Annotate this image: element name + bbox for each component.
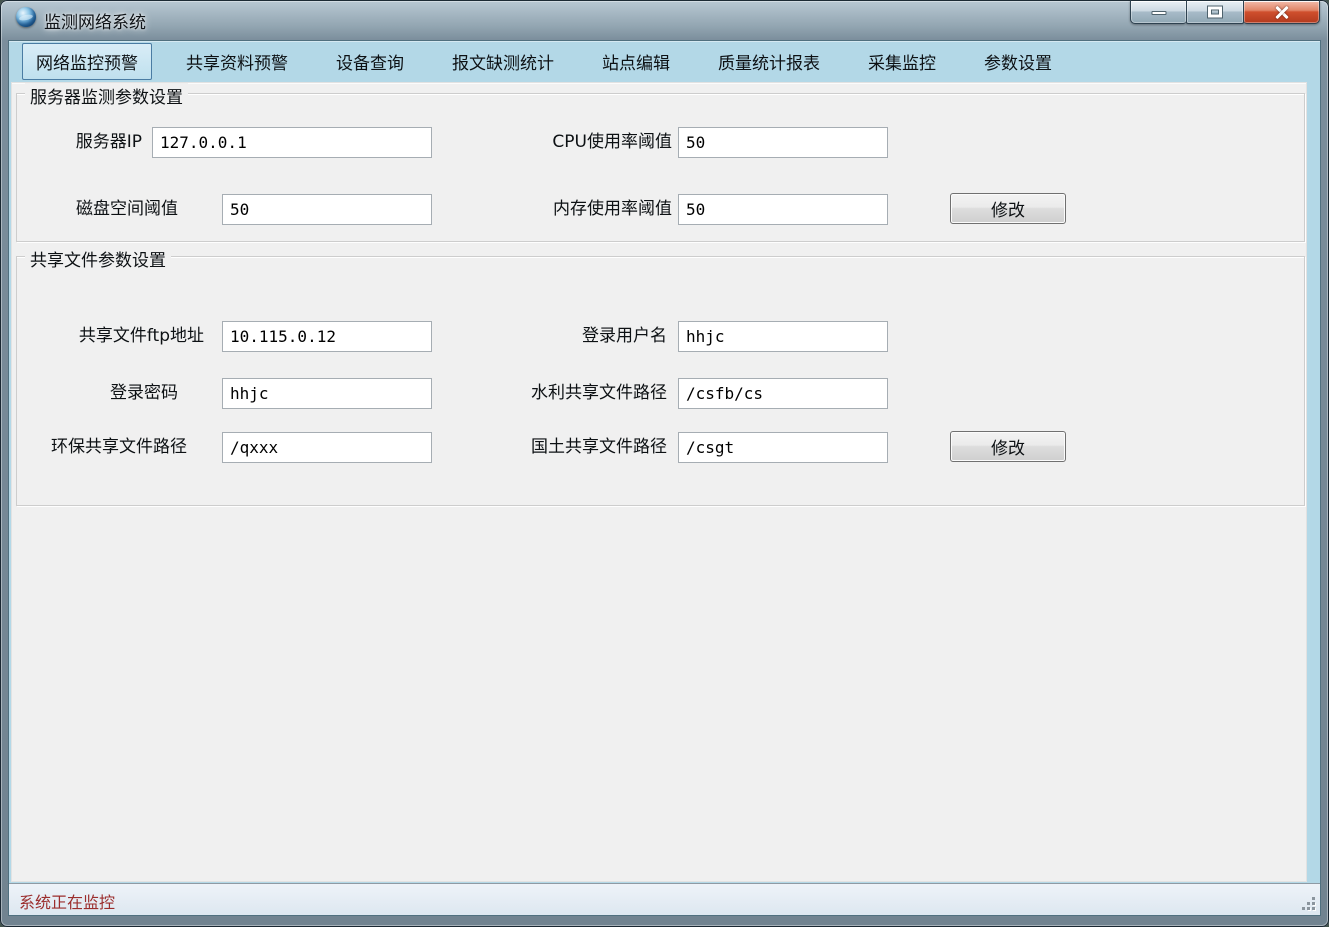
ftp-address-label: 共享文件ftp地址	[32, 321, 204, 352]
tab-device-query[interactable]: 设备查询	[322, 43, 418, 80]
status-bar: 系统正在监控	[9, 883, 1320, 915]
tab-collect-monitor[interactable]: 采集监控	[854, 43, 950, 80]
app-window: 监测网络系统 网络监控预警 共享资料预警 设备查询 报文缺测统计 站点编辑 质量…	[0, 0, 1329, 927]
login-password-label: 登录密码	[32, 378, 178, 409]
water-share-path-label: 水利共享文件路径	[502, 378, 667, 409]
resize-grip-icon[interactable]	[1302, 897, 1316, 911]
land-share-path-input[interactable]	[678, 432, 888, 463]
tab-parameter-settings[interactable]: 参数设置	[970, 43, 1066, 80]
client-area: 网络监控预警 共享资料预警 设备查询 报文缺测统计 站点编辑 质量统计报表 采集…	[8, 40, 1321, 916]
minimize-icon	[1151, 11, 1166, 15]
maximize-button[interactable]	[1186, 0, 1244, 24]
maximize-icon	[1208, 7, 1222, 18]
share-modify-button[interactable]: 修改	[950, 431, 1066, 462]
disk-threshold-input[interactable]	[222, 194, 432, 225]
cpu-threshold-label: CPU使用率阈值	[502, 127, 672, 158]
tab-network-monitor-warning[interactable]: 网络监控预警	[22, 43, 152, 80]
server-params-group-title: 服务器监测参数设置	[25, 83, 188, 108]
water-share-path-input[interactable]	[678, 378, 888, 409]
globe-icon	[16, 7, 36, 27]
disk-threshold-label: 磁盘空间阈值	[32, 194, 178, 225]
window-controls	[1130, 0, 1320, 25]
server-modify-button[interactable]: 修改	[950, 193, 1066, 224]
tab-page-network-monitor: 服务器监测参数设置 服务器IP CPU使用率阈值 磁盘空间阈值 内存使用率阈值 …	[11, 82, 1307, 882]
memory-threshold-label: 内存使用率阈值	[502, 194, 672, 225]
env-share-path-input[interactable]	[222, 432, 432, 463]
env-share-path-label: 环保共享文件路径	[32, 432, 187, 463]
land-share-path-label: 国土共享文件路径	[502, 432, 667, 463]
status-message: 系统正在监控	[19, 889, 115, 913]
tab-message-missing-stats[interactable]: 报文缺测统计	[438, 43, 568, 80]
cpu-threshold-input[interactable]	[678, 127, 888, 158]
memory-threshold-input[interactable]	[678, 194, 888, 225]
login-password-input[interactable]	[222, 378, 432, 409]
share-params-group-title: 共享文件参数设置	[25, 246, 171, 271]
title-bar[interactable]: 监测网络系统	[0, 0, 1329, 40]
close-button[interactable]	[1244, 0, 1320, 24]
window-title: 监测网络系统	[44, 8, 146, 33]
login-username-input[interactable]	[678, 321, 888, 352]
tab-quality-report[interactable]: 质量统计报表	[704, 43, 834, 80]
ftp-address-input[interactable]	[222, 321, 432, 352]
tab-site-edit[interactable]: 站点编辑	[588, 43, 684, 80]
server-ip-label: 服务器IP	[32, 127, 142, 158]
tab-strip: 网络监控预警 共享资料预警 设备查询 报文缺测统计 站点编辑 质量统计报表 采集…	[9, 41, 1320, 82]
minimize-button[interactable]	[1130, 0, 1186, 24]
tab-shared-data-warning[interactable]: 共享资料预警	[172, 43, 302, 80]
login-username-label: 登录用户名	[502, 321, 667, 352]
server-ip-input[interactable]	[152, 127, 432, 158]
close-icon	[1273, 3, 1291, 21]
